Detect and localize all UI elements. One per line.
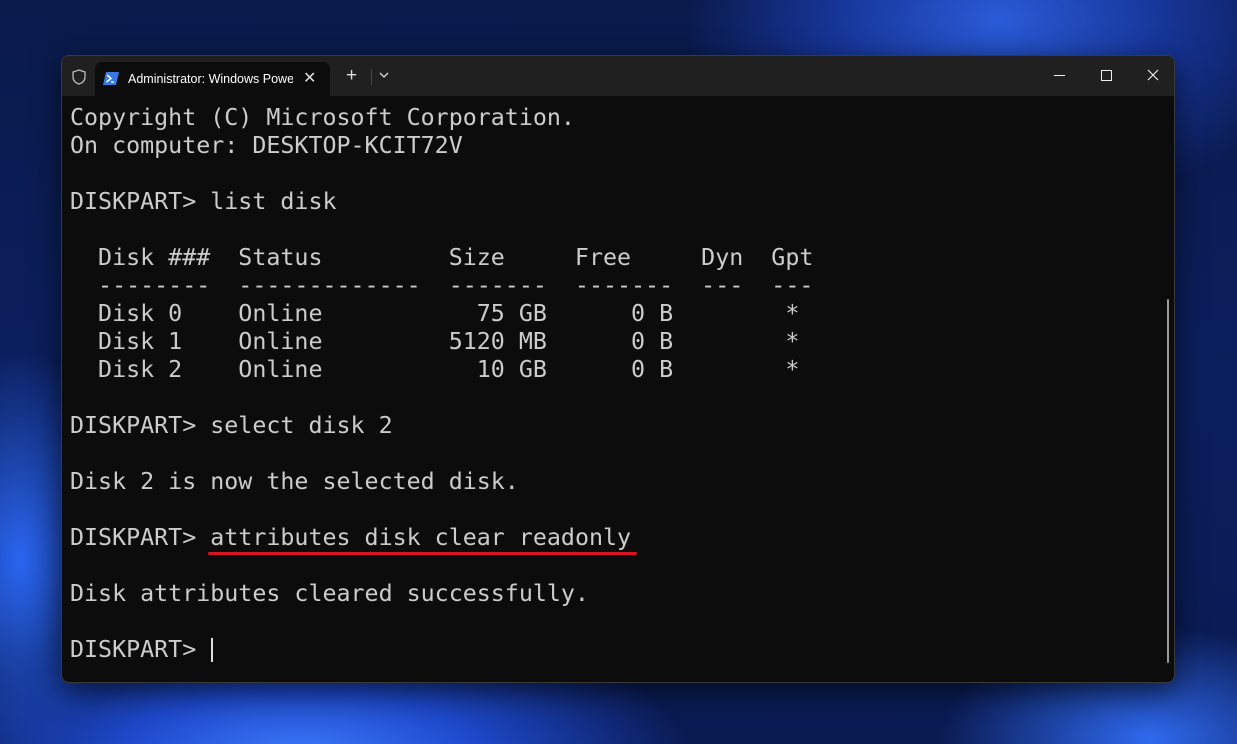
- minimize-button[interactable]: [1054, 75, 1065, 76]
- output-line: Copyright (C) Microsoft Corporation.: [70, 104, 575, 131]
- maximize-button[interactable]: [1101, 70, 1112, 81]
- terminal-window: Administrator: Windows PowerShell ✕ + Co…: [61, 55, 1175, 683]
- output-line: Disk 1 Online 5120 MB 0 B *: [70, 328, 800, 355]
- close-tab-button[interactable]: ✕: [303, 68, 316, 88]
- shield-icon: [72, 69, 86, 85]
- prompt: DISKPART>: [70, 524, 211, 551]
- divider: [371, 69, 372, 85]
- terminal-output[interactable]: Copyright (C) Microsoft Corporation. On c…: [70, 104, 1154, 682]
- close-window-button[interactable]: [1146, 68, 1160, 82]
- output-line: Disk 2 Online 10 GB 0 B *: [70, 356, 800, 383]
- title-bar: Administrator: Windows PowerShell ✕ +: [62, 56, 1174, 96]
- output-line: On computer: DESKTOP-KCIT72V: [70, 132, 463, 159]
- output-line: Disk 0 Online 75 GB 0 B *: [70, 300, 800, 327]
- output-line: Disk 2 is now the selected disk.: [70, 468, 519, 495]
- current-prompt-line[interactable]: DISKPART>: [70, 636, 1154, 664]
- command-line-highlighted: DISKPART> attributes disk clear readonly: [70, 524, 1154, 555]
- output-line: DISKPART> select disk 2: [70, 412, 393, 439]
- tab-title: Administrator: Windows PowerShell: [128, 72, 293, 86]
- prompt: DISKPART>: [70, 636, 211, 663]
- output-line: DISKPART> list disk: [70, 188, 337, 215]
- tab-powershell[interactable]: Administrator: Windows PowerShell ✕: [95, 62, 330, 96]
- scrollbar[interactable]: [1167, 299, 1169, 663]
- new-tab-button[interactable]: +: [346, 65, 357, 87]
- highlighted-command: attributes disk clear readonly: [208, 524, 638, 555]
- command-text: attributes disk clear readonly: [210, 524, 632, 551]
- chevron-down-icon[interactable]: [378, 67, 390, 83]
- output-line: Disk attributes cleared successfully.: [70, 580, 589, 607]
- output-line: -------- ------------- ------- ------- -…: [70, 272, 814, 299]
- powershell-icon: [103, 72, 119, 85]
- red-underline: [208, 552, 638, 555]
- output-line: Disk ### Status Size Free Dyn Gpt: [70, 244, 814, 271]
- text-cursor: [211, 638, 214, 662]
